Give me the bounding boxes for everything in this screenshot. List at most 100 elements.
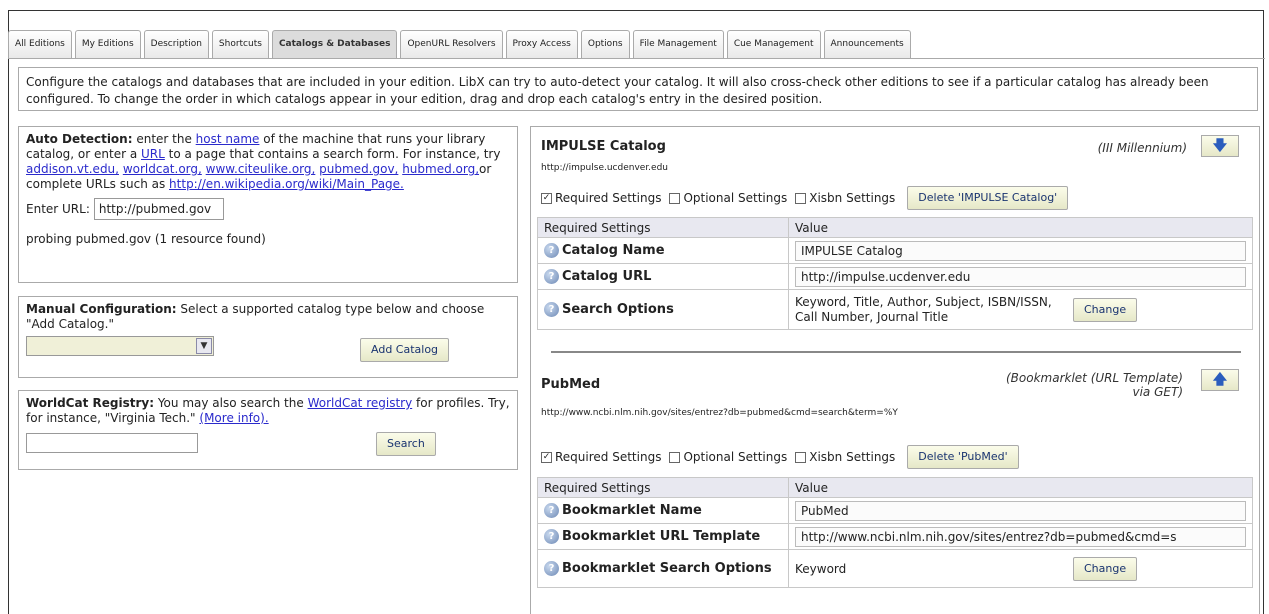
value-column-header: Value xyxy=(788,477,1253,498)
manual-config-heading: Manual Configuration: xyxy=(26,302,177,316)
search-options-value: Keyword, Title, Author, Subject, ISBN/IS… xyxy=(795,294,1052,324)
manual-config-row: ▼ Add Catalog xyxy=(26,336,510,362)
tab-cue-management[interactable]: Cue Management xyxy=(726,30,821,58)
tab-options[interactable]: Options xyxy=(580,30,630,58)
catalog-type-label: (III Millennium) xyxy=(1097,141,1187,155)
auto-detection-heading: Auto Detection: xyxy=(26,132,133,146)
table-header-row: Required Settings Value xyxy=(537,217,1253,238)
delete-catalog-button[interactable]: Delete 'IMPULSE Catalog' xyxy=(907,186,1069,210)
catalog-title[interactable]: IMPULSE Catalog xyxy=(541,139,666,154)
tab-description[interactable]: Description xyxy=(143,30,209,58)
change-search-options-button[interactable]: Change xyxy=(1073,556,1138,581)
worldcat-search-row: Search xyxy=(26,432,510,458)
auto-detection-text-3: to a page that contains a search form. F… xyxy=(164,147,501,161)
required-settings-table: Required Settings Value ? Catalog Name IM… xyxy=(537,217,1253,330)
table-row: ? Search Options Keyword, Title, Author, … xyxy=(537,289,1253,330)
setting-label-text: Bookmarklet Search Options xyxy=(562,561,772,576)
checkbox-label: Xisbn Settings xyxy=(809,450,896,464)
chevron-down-icon[interactable]: ▼ xyxy=(196,338,212,354)
wikipedia-link[interactable]: http://en.wikipedia.org/wiki/Main_Page. xyxy=(169,177,404,191)
setting-label-text: Search Options xyxy=(562,302,674,317)
tab-openurl-resolvers[interactable]: OpenURL Resolvers xyxy=(400,30,503,58)
help-icon[interactable]: ? xyxy=(544,503,559,518)
worldcat-panel: WorldCat Registry: You may also search t… xyxy=(18,390,518,470)
optional-settings-checkbox[interactable]: Optional Settings xyxy=(669,450,787,464)
manual-config-text: Manual Configuration: Select a supported… xyxy=(26,302,510,332)
citeulike-link[interactable]: www.citeulike.org, xyxy=(206,162,316,176)
manual-config-panel: Manual Configuration: Select a supported… xyxy=(18,296,518,378)
tab-my-editions[interactable]: My Editions xyxy=(74,30,141,58)
checkbox-label: Xisbn Settings xyxy=(809,191,896,205)
optional-settings-checkbox[interactable]: Optional Settings xyxy=(669,191,787,205)
url-row: Enter URL: xyxy=(26,198,510,220)
tab-announcements[interactable]: Announcements xyxy=(823,30,911,58)
tab-divider xyxy=(8,58,1265,59)
setting-label-text: Bookmarklet URL Template xyxy=(562,529,761,544)
url-label: Enter URL: xyxy=(26,201,90,216)
change-search-options-button[interactable]: Change xyxy=(1073,297,1138,322)
setting-label: ? Catalog URL xyxy=(537,263,789,290)
table-row: ? Bookmarklet Name PubMed xyxy=(537,497,1253,524)
table-row: ? Bookmarklet Search Options Keyword Chan… xyxy=(537,549,1253,588)
hubmed-link[interactable]: hubmed.org, xyxy=(402,162,479,176)
url-link[interactable]: URL xyxy=(141,147,165,161)
required-settings-checkbox[interactable]: ✓ Required Settings xyxy=(541,450,661,464)
host-name-link[interactable]: host name xyxy=(196,132,260,146)
tab-file-management[interactable]: File Management xyxy=(632,30,724,58)
help-icon[interactable]: ? xyxy=(544,302,559,317)
help-icon[interactable]: ? xyxy=(544,269,559,284)
setting-value-cell: Keyword Change xyxy=(788,549,1253,588)
settings-checkboxes: ✓ Required Settings Optional Settings Xis… xyxy=(541,445,1019,469)
setting-value-cell: IMPULSE Catalog xyxy=(788,237,1253,264)
catalog-name-input[interactable]: IMPULSE Catalog xyxy=(795,240,1246,261)
url-input[interactable] xyxy=(93,198,224,220)
checkbox-empty-icon xyxy=(795,192,807,204)
xisbn-settings-checkbox[interactable]: Xisbn Settings xyxy=(795,450,895,464)
checkbox-empty-icon xyxy=(669,192,681,204)
move-down-button[interactable]: 🡇 xyxy=(1201,135,1239,157)
checkbox-empty-icon xyxy=(669,451,681,463)
bookmarklet-url-input[interactable]: http://www.ncbi.nlm.nih.gov/sites/entrez… xyxy=(795,526,1246,547)
checkbox-label: Optional Settings xyxy=(683,450,788,464)
required-settings-checkbox[interactable]: ✓ Required Settings xyxy=(541,191,661,205)
catalog-url-text: http://www.ncbi.nlm.nih.gov/sites/entrez… xyxy=(541,408,898,418)
catalog-type-label: (Bookmarklet (URL Template) via GET) xyxy=(1005,371,1183,399)
addison-link[interactable]: addison.vt.edu, xyxy=(26,162,119,176)
tab-catalogs-databases[interactable]: Catalogs & Databases xyxy=(271,30,398,58)
help-icon[interactable]: ? xyxy=(544,529,559,544)
add-catalog-button[interactable]: Add Catalog xyxy=(360,338,450,362)
worldcat-search-input[interactable] xyxy=(26,433,198,453)
help-icon[interactable]: ? xyxy=(544,561,559,576)
catalog-url-input[interactable]: http://impulse.ucdenver.edu xyxy=(795,266,1246,287)
help-icon[interactable]: ? xyxy=(544,243,559,258)
checkbox-label: Required Settings xyxy=(555,450,662,464)
tab-proxy-access[interactable]: Proxy Access xyxy=(505,30,578,58)
settings-column-header: Required Settings xyxy=(537,217,789,238)
tab-shortcuts[interactable]: Shortcuts xyxy=(211,30,269,58)
checkbox-empty-icon xyxy=(795,451,807,463)
settings-checkboxes: ✓ Required Settings Optional Settings Xis… xyxy=(541,186,1069,210)
worldcat-search-button[interactable]: Search xyxy=(376,432,436,456)
catalog-title[interactable]: PubMed xyxy=(541,377,600,392)
pubmed-link[interactable]: pubmed.gov, xyxy=(319,162,398,176)
table-header-row: Required Settings Value xyxy=(537,477,1253,498)
setting-label: ? Bookmarklet URL Template xyxy=(537,523,789,550)
setting-label: ? Bookmarklet Name xyxy=(537,497,789,524)
bookmarklet-name-input[interactable]: PubMed xyxy=(795,500,1246,521)
more-info-link[interactable]: (More info). xyxy=(199,411,268,425)
catalog-type-select[interactable]: ▼ xyxy=(26,336,214,356)
tab-all-editions[interactable]: All Editions xyxy=(8,30,72,58)
auto-detection-panel: Auto Detection: enter the host name of t… xyxy=(18,126,518,283)
move-up-button[interactable]: 🡅 xyxy=(1201,369,1239,391)
setting-label-text: Catalog Name xyxy=(562,243,665,258)
worldcat-registry-link[interactable]: WorldCat registry xyxy=(308,396,413,410)
xisbn-settings-checkbox[interactable]: Xisbn Settings xyxy=(795,191,895,205)
auto-detection-text: Auto Detection: enter the host name of t… xyxy=(26,132,510,192)
worldcat-link[interactable]: worldcat.org, xyxy=(123,162,202,176)
table-row: ? Bookmarklet URL Template http://www.ncb… xyxy=(537,523,1253,550)
setting-value-cell: http://www.ncbi.nlm.nih.gov/sites/entrez… xyxy=(788,523,1253,550)
arrow-down-icon: 🡇 xyxy=(1212,138,1228,154)
checkbox-checked-icon: ✓ xyxy=(541,192,552,204)
setting-value-cell: http://impulse.ucdenver.edu xyxy=(788,263,1253,290)
delete-catalog-button[interactable]: Delete 'PubMed' xyxy=(907,445,1019,469)
